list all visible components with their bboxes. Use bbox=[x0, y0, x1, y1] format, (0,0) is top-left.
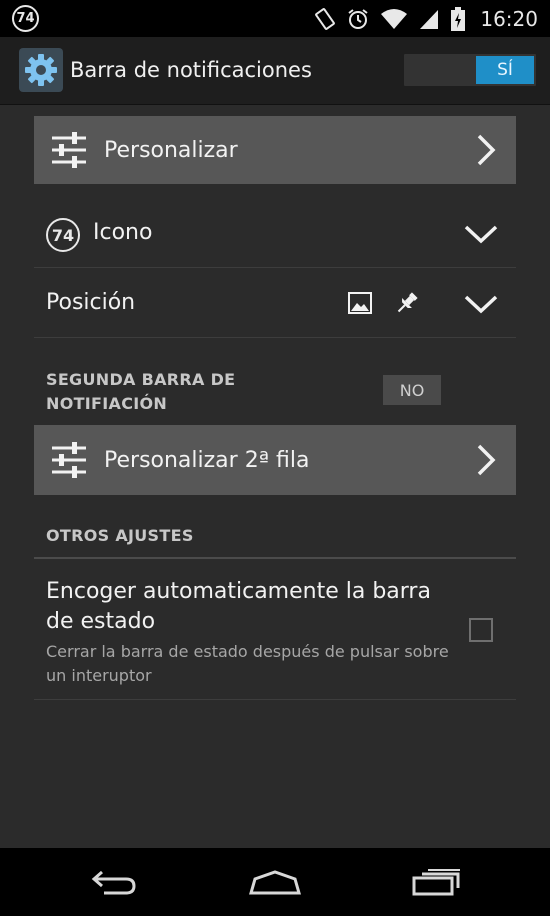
back-icon bbox=[91, 870, 136, 895]
status-badge: 74 bbox=[12, 5, 39, 32]
chevron-down-icon[interactable] bbox=[464, 224, 498, 244]
icon-preview-badge: 74 bbox=[46, 218, 80, 252]
home-icon bbox=[249, 870, 301, 895]
position-label: Posición bbox=[46, 290, 136, 315]
sliders-icon bbox=[52, 442, 86, 478]
customize-button[interactable]: Personalizar bbox=[34, 116, 516, 184]
status-icons: 16:20 bbox=[314, 0, 538, 37]
shrink-statusbar-description: Cerrar la barra de estado después de pul… bbox=[46, 642, 449, 685]
pin-icon[interactable] bbox=[394, 290, 420, 316]
shrink-statusbar-title: Encoger automaticamente la barra de esta… bbox=[46, 579, 431, 634]
section-divider bbox=[34, 557, 516, 559]
sliders-icon bbox=[52, 132, 86, 168]
home-button[interactable] bbox=[235, 862, 315, 902]
position-row[interactable]: Posición bbox=[34, 270, 516, 338]
wifi-icon bbox=[381, 8, 408, 29]
master-toggle[interactable]: SÍ bbox=[404, 54, 536, 86]
row-divider bbox=[34, 699, 516, 700]
chevron-right-icon bbox=[477, 134, 496, 166]
screen-rotation-icon bbox=[315, 7, 336, 30]
second-bar-toggle[interactable]: NO bbox=[383, 375, 441, 405]
status-time: 16:20 bbox=[480, 6, 538, 31]
alarm-icon bbox=[348, 8, 368, 29]
back-button[interactable] bbox=[74, 862, 154, 902]
signal-icon bbox=[420, 9, 439, 29]
recent-apps-icon bbox=[412, 869, 460, 896]
recent-apps-button[interactable] bbox=[397, 862, 477, 902]
icon-row[interactable]: 74 Icono bbox=[34, 200, 516, 268]
other-settings-header: OTROS AJUSTES bbox=[46, 526, 194, 545]
notification-badge-74-icon: 74 bbox=[12, 5, 39, 32]
action-bar: Barra de notificaciones SÍ bbox=[0, 37, 550, 105]
page-title: Barra de notificaciones bbox=[70, 58, 312, 82]
image-icon[interactable] bbox=[348, 292, 372, 314]
status-bar: 74 16:20 bbox=[0, 0, 550, 37]
gear-icon bbox=[25, 54, 57, 86]
customize-label: Personalizar bbox=[104, 137, 238, 163]
app-icon[interactable] bbox=[19, 48, 63, 92]
navigation-bar bbox=[0, 848, 550, 916]
battery-charging-icon bbox=[451, 6, 466, 31]
chevron-down-icon[interactable] bbox=[464, 294, 498, 314]
customize-second-row-label: Personalizar 2ª fila bbox=[104, 447, 310, 473]
chevron-right-icon bbox=[477, 444, 496, 476]
master-toggle-label: SÍ bbox=[476, 56, 534, 84]
customize-second-row-button[interactable]: Personalizar 2ª fila bbox=[34, 425, 516, 495]
shrink-statusbar-checkbox[interactable] bbox=[469, 618, 493, 642]
icon-label: Icono bbox=[93, 220, 153, 245]
second-bar-header: SEGUNDA BARRA DE NOTIFIACIÓN bbox=[46, 370, 236, 413]
